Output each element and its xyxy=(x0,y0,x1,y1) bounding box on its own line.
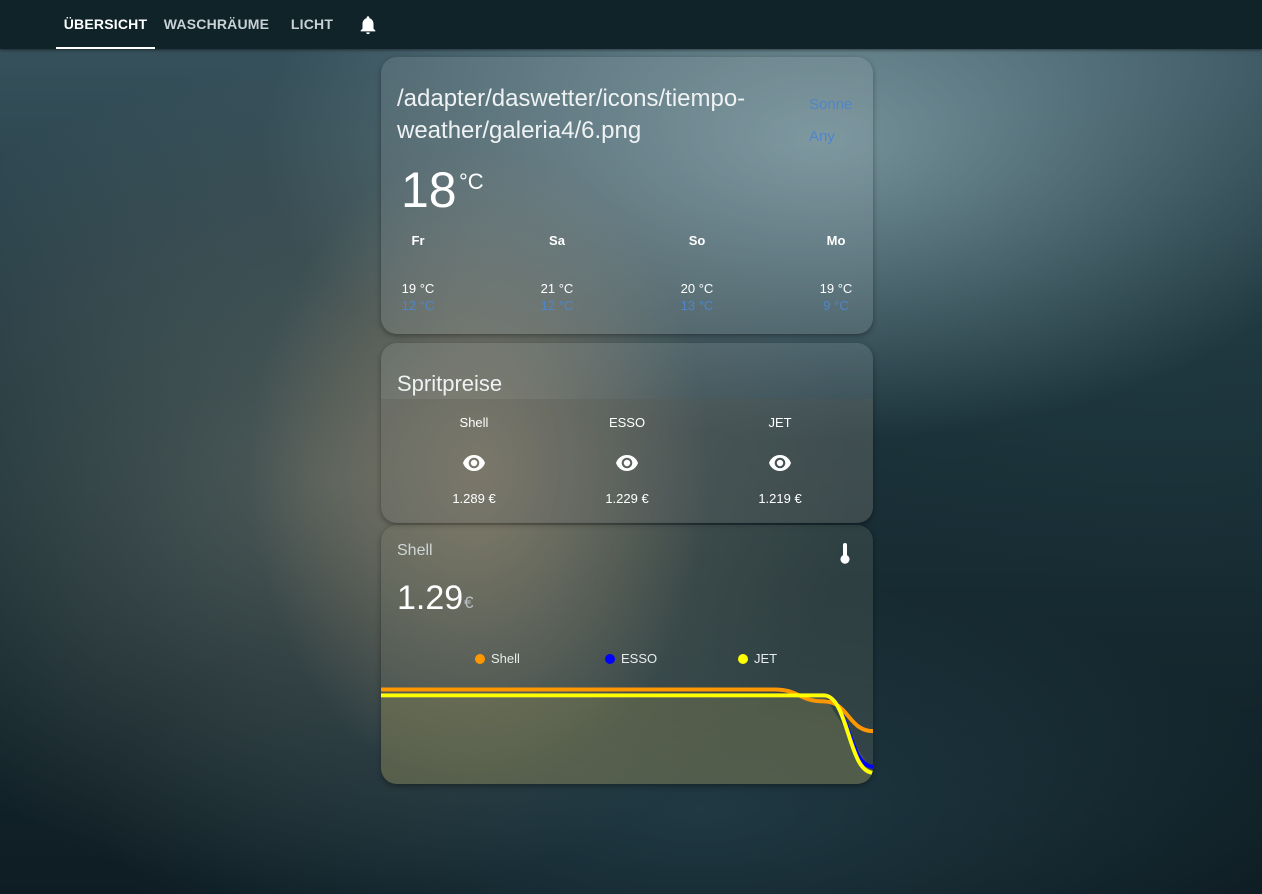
station-name: Shell xyxy=(459,415,489,430)
sensor-label: Shell xyxy=(397,542,433,559)
station-name: ESSO xyxy=(608,415,646,430)
forecast-low: 9 °C xyxy=(823,298,849,313)
fuel-card-title: Spritpreise xyxy=(397,371,503,396)
station-price: 1.219 € xyxy=(758,491,802,506)
tab-uebersicht[interactable]: ÜBERSICHT xyxy=(56,0,155,49)
forecast-low: 12 °C xyxy=(401,298,435,313)
forecast-day: So xyxy=(688,233,706,248)
tab-waschraeume[interactable]: WASCHRÄUME xyxy=(160,0,273,49)
legend-label: ESSO xyxy=(621,651,658,666)
price-sensor-card[interactable]: Shell 1.29 € Shell ESSO JET xyxy=(381,525,873,784)
weather-side-label: Any xyxy=(809,128,835,145)
forecast-high: 21 °C xyxy=(540,281,574,296)
weather-side-labels: Sonne Any xyxy=(809,89,869,153)
legend-label: Shell xyxy=(491,651,520,666)
legend-label: JET xyxy=(754,651,778,666)
top-navigation: ÜBERSICHT WASCHRÄUME LICHT xyxy=(0,0,1262,49)
station-price: 1.289 € xyxy=(452,491,496,506)
forecast-low: 13 °C xyxy=(680,298,714,313)
current-temperature: 18 xyxy=(401,162,457,218)
thermometer-icon xyxy=(840,543,850,564)
chart-area-fill xyxy=(381,695,873,784)
station-name: JET xyxy=(768,415,792,430)
forecast-high: 19 °C xyxy=(819,281,853,296)
temperature-unit: °C xyxy=(459,169,484,194)
bell-icon[interactable] xyxy=(357,14,379,36)
forecast-high: 19 °C xyxy=(401,281,435,296)
weather-card: /adapter/daswetter/icons/tiempo-weather/… xyxy=(381,57,873,334)
forecast-low: 12 °C xyxy=(540,298,574,313)
forecast-high: 20 °C xyxy=(680,281,714,296)
sensor-unit: € xyxy=(464,593,474,612)
weather-side-label: Sonne xyxy=(809,96,853,113)
price-history-chart xyxy=(381,687,873,784)
tab-licht[interactable]: LICHT xyxy=(283,0,341,49)
sensor-value: 1.29 xyxy=(397,579,464,617)
legend-swatch xyxy=(605,654,615,664)
forecast-day: Sa xyxy=(549,233,565,248)
forecast-day: Fr xyxy=(411,233,425,248)
legend-swatch xyxy=(738,654,748,664)
eye-icon[interactable] xyxy=(462,455,486,471)
eye-icon[interactable] xyxy=(615,455,639,471)
eye-icon[interactable] xyxy=(768,455,792,471)
legend-swatch xyxy=(475,654,485,664)
station-price: 1.229 € xyxy=(605,491,649,506)
chart-series xyxy=(381,687,873,784)
forecast-day: Mo xyxy=(826,233,846,248)
fuel-prices-card: Spritpreise Shell ESSO JET 1.289 € 1.229… xyxy=(381,343,873,523)
weather-icon-path: /adapter/daswetter/icons/tiempo-weather/… xyxy=(397,85,746,144)
